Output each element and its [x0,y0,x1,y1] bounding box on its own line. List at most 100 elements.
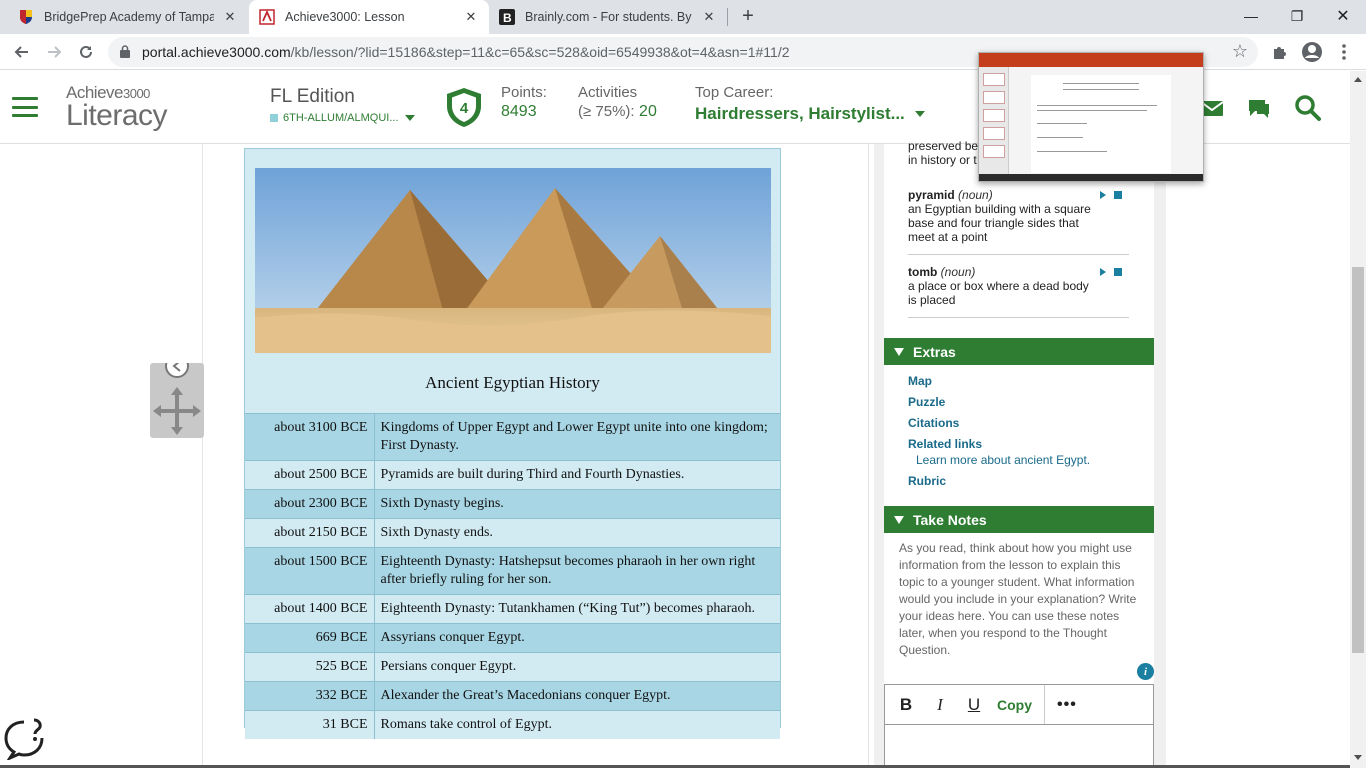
bold-button[interactable]: B [889,695,923,715]
window-preview-thumbnail[interactable] [978,52,1204,182]
play-icon[interactable] [1100,191,1106,199]
close-tab-icon[interactable]: ✕ [463,9,479,25]
timeline-date: about 2150 BCE [245,518,375,548]
close-tab-icon[interactable]: ✕ [222,9,238,25]
bookmark-star-icon[interactable]: ☆ [1232,41,1248,62]
timeline-event: Persians conquer Egypt. [374,652,780,682]
tab-bridgeprep[interactable]: BridgePrep Academy of Tampa ✕ [8,0,248,34]
timeline-event: Alexander the Great’s Macedonians conque… [374,681,780,711]
reload-button[interactable] [74,40,98,64]
profile-avatar-icon[interactable] [1300,40,1324,64]
tab-title: Brainly.com - For students. By stu [525,10,693,24]
table-row: about 1500 BCE Eighteenth Dynasty: Hatshe… [245,547,780,595]
timeline-date: 31 BCE [245,710,375,739]
browser-menu-icon[interactable] [1332,40,1356,64]
class-name: 6TH-ALLUM/ALMQUI... [283,112,399,124]
more-options-button[interactable]: ••• [1057,696,1077,714]
preview-slide-panel [979,67,1009,177]
tab-brainly[interactable]: B Brainly.com - For students. By stu ✕ [489,0,727,34]
collapse-triangle-icon [894,347,904,356]
class-selector[interactable]: 6TH-ALLUM/ALMQUI... [270,112,415,124]
timeline-event: Sixth Dynasty ends. [374,518,780,548]
tab-separator [727,8,728,26]
copy-button[interactable]: Copy [997,684,1045,725]
extras-header[interactable]: Extras [884,338,1154,365]
activities-label: Activities [578,84,638,101]
table-row: 669 BCE Assyrians conquer Egypt. [245,623,780,653]
sidebar-gutter-right [1154,144,1166,768]
table-row: about 2500 BCE Pyramids are built during … [245,460,780,490]
stop-icon[interactable] [1114,191,1122,199]
extras-link-citations[interactable]: Citations [908,416,959,430]
floating-tool-panel[interactable] [150,354,204,438]
achieve-favicon-icon [259,9,275,25]
back-button[interactable] [10,40,34,64]
search-icon[interactable] [1294,94,1322,122]
extensions-puzzle-icon[interactable] [1268,40,1292,64]
career-dropdown[interactable]: Hairdressers, Hairstylist... [695,104,925,124]
career-label: Top Career: [695,84,774,101]
url-path: /kb/lesson/?lid=15186&step=11&c=65&sc=52… [290,44,790,60]
underline-button[interactable]: U [957,695,991,715]
back-arrow-icon [14,46,28,58]
play-icon[interactable] [1100,268,1106,276]
divider [908,317,1129,318]
minimize-button[interactable]: — [1228,0,1274,32]
extras-link-puzzle[interactable]: Puzzle [908,395,945,409]
extras-link-map[interactable]: Map [908,374,932,388]
notes-prompt: As you read, think about how you might u… [899,541,1137,657]
chevron-down-icon [404,115,415,121]
activities-sub: (≥ 75%): [578,103,635,120]
glossary-audio-controls [1100,268,1122,276]
forward-arrow-icon [48,46,62,58]
extras-link-related[interactable]: Related links [908,437,982,451]
table-row: 525 BCE Persians conquer Egypt. [245,652,780,682]
url-host: portal.achieve3000.com [142,44,291,60]
timeline-event: Assyrians conquer Egypt. [374,623,780,653]
svg-text:4: 4 [460,100,469,117]
extras-link-rubric[interactable]: Rubric [908,474,946,488]
glossary-entry-tomb: tomb (noun) a place or box where a dead … [908,265,1089,307]
table-row: 332 BCE Alexander the Great’s Macedonians… [245,681,780,711]
take-notes-header[interactable]: Take Notes [884,506,1154,533]
timeline-table: about 3100 BCE Kingdoms of Upper Egypt an… [245,413,780,739]
close-tab-icon[interactable]: ✕ [701,9,717,25]
scroll-up-arrow-icon[interactable] [1354,77,1362,82]
tab-title: BridgePrep Academy of Tampa [44,10,214,24]
timeline-event: Pyramids are built during Third and Four… [374,460,780,490]
close-window-button[interactable]: ✕ [1320,0,1366,32]
table-row: 31 BCE Romans take control of Egypt. [245,710,780,739]
timeline-event: Eighteenth Dynasty: Tutankhamen (“King T… [374,594,780,624]
page-scrollbar[interactable] [1350,71,1366,768]
forward-button[interactable] [42,40,66,64]
table-row: about 2300 BCE Sixth Dynasty begins. [245,489,780,519]
logo-literacy: Literacy [66,99,168,132]
italic-button[interactable]: I [923,695,957,715]
timeline-date: about 2500 BCE [245,460,375,490]
preview-titlebar [979,53,1203,67]
related-link-egypt[interactable]: Learn more about ancient Egypt. [916,453,1090,467]
svg-text:B: B [503,11,512,25]
brainly-favicon-icon: B [499,9,515,25]
hamburger-menu-icon[interactable] [12,97,38,117]
chat-bubble-icon[interactable] [1245,94,1273,122]
timeline-figure: Ancient Egyptian History about 3100 BCE K… [244,148,781,739]
activities-value: 20 [639,103,657,120]
info-icon[interactable]: i [1137,663,1154,680]
tab-achieve3000[interactable]: Achieve3000: Lesson ✕ [249,0,489,34]
preview-page [1031,75,1171,173]
timeline-date: 332 BCE [245,681,375,711]
help-chat-icon[interactable] [4,716,44,760]
scroll-down-arrow-icon[interactable] [1354,755,1362,760]
move-arrows-icon [153,354,201,435]
timeline-date: 669 BCE [245,623,375,653]
scrollbar-thumb[interactable] [1352,267,1364,653]
divider [908,254,1129,255]
stop-icon[interactable] [1114,268,1122,276]
notes-text-area[interactable] [884,724,1154,768]
browser-tab-strip: BridgePrep Academy of Tampa ✕ Achieve300… [0,0,1366,34]
new-tab-button[interactable]: + [737,6,759,28]
restore-button[interactable]: ❐ [1274,0,1320,32]
figure-title: Ancient Egyptian History [425,373,600,392]
right-sidebar: preserved be in history or t pyramid (no… [874,139,1166,768]
